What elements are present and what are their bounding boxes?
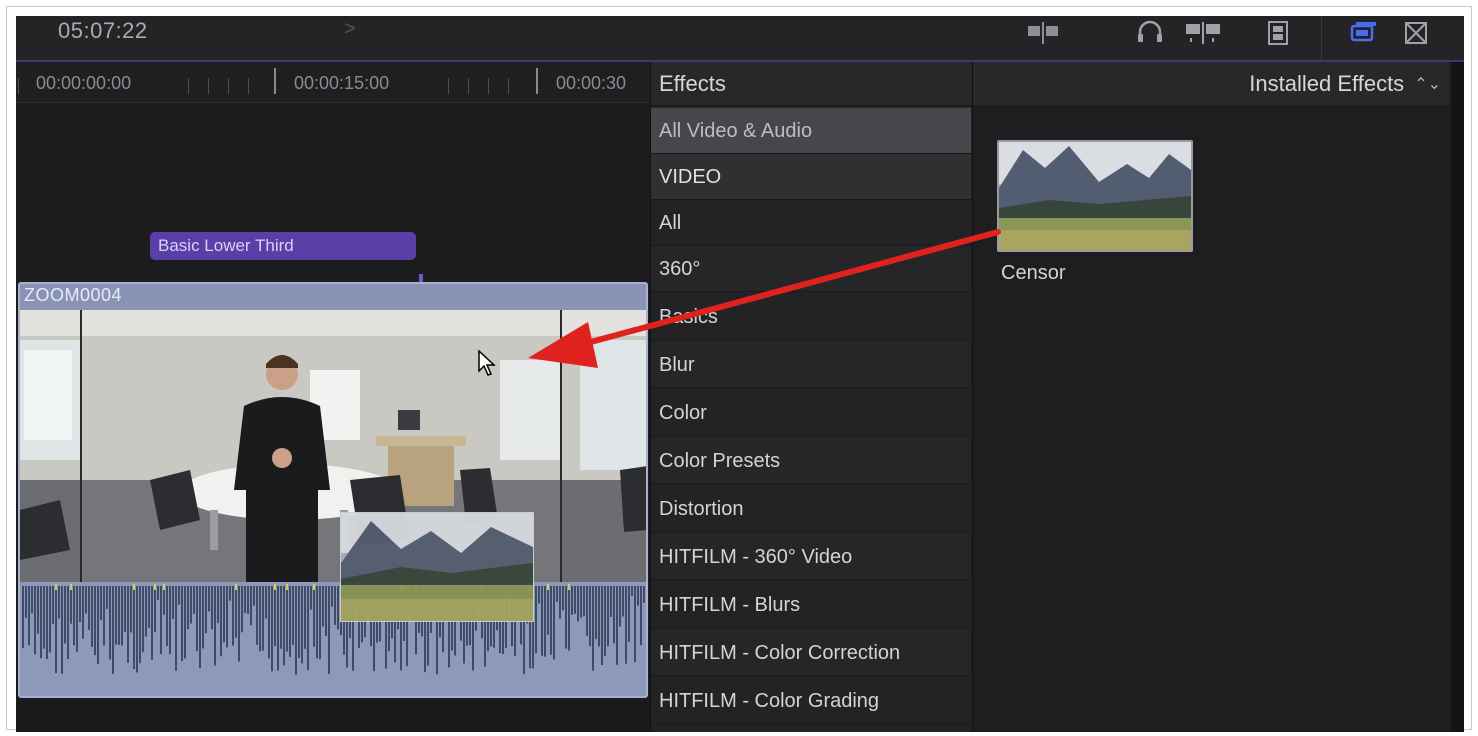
- transitions-icon[interactable]: [1402, 20, 1432, 46]
- timeline-ruler[interactable]: 00:00:00:00 00:00:15:00 00:00:30: [16, 62, 650, 103]
- ruler-tick: [508, 78, 509, 94]
- effect-label-censor: Censor: [1001, 262, 1066, 284]
- ruler-tick: [488, 78, 489, 94]
- effects-group-video[interactable]: VIDEO: [651, 154, 971, 200]
- effects-category-all-video-audio[interactable]: All Video & Audio: [651, 108, 971, 154]
- ruler-tick-major: [274, 68, 276, 94]
- installed-effects-dropdown[interactable]: Installed Effects ⌃⌄: [1249, 62, 1441, 107]
- browser-toggle-icon[interactable]: [1346, 20, 1382, 46]
- ruler-tick: [228, 78, 229, 94]
- effects-category-360[interactable]: 360°: [651, 246, 971, 292]
- effects-category-hitfilm-color-grading[interactable]: HITFILM - Color Grading: [651, 678, 971, 724]
- timeline-empty-track: [16, 702, 650, 732]
- timecode-display[interactable]: 05:07:22: [58, 18, 148, 44]
- effects-category-hitfilm-360-video[interactable]: HITFILM - 360° Video: [651, 534, 971, 580]
- ruler-label: 00:00:15:00: [294, 73, 390, 93]
- film-icon[interactable]: [1264, 20, 1294, 46]
- updown-chevron-icon: ⌃⌄: [1414, 76, 1441, 93]
- toolbar: 05:07:22 >: [16, 16, 1464, 62]
- audio-headphones-icon[interactable]: [1134, 20, 1166, 46]
- effects-category-all[interactable]: All: [651, 200, 971, 246]
- effects-category-blur[interactable]: Blur: [651, 342, 971, 388]
- effect-thumbnail-censor[interactable]: [997, 140, 1193, 252]
- ruler-tick: [18, 78, 19, 94]
- clip-name-label: ZOOM0004: [24, 285, 123, 305]
- browser-header: Installed Effects ⌃⌄: [973, 62, 1449, 107]
- ruler-tick: [248, 78, 249, 94]
- effects-category-basics[interactable]: Basics: [651, 294, 971, 340]
- effects-category-distortion[interactable]: Distortion: [651, 486, 971, 532]
- title-clip-basic-lower-third[interactable]: Basic Lower Third: [150, 232, 416, 260]
- skimming-icon[interactable]: [1184, 20, 1224, 46]
- timeline-nav-arrow[interactable]: >: [344, 18, 356, 41]
- effects-category-color[interactable]: Color: [651, 390, 971, 436]
- effects-browser: Installed Effects ⌃⌄ Censor: [972, 62, 1464, 732]
- ruler-tick: [188, 78, 189, 94]
- effects-sidebar: Effects All Video & Audio VIDEO All 360°…: [650, 62, 973, 732]
- audio-waveform: [20, 582, 646, 696]
- ruler-tick: [448, 78, 449, 94]
- clip-filmstrip: [20, 310, 646, 582]
- toolbar-divider: [1321, 16, 1322, 60]
- ruler-tick-major: [536, 68, 538, 94]
- effects-category-color-presets[interactable]: Color Presets: [651, 438, 971, 484]
- timeline[interactable]: 00:00:00:00 00:00:15:00 00:00:30 Basic L…: [16, 62, 650, 732]
- effects-header: Effects: [651, 62, 973, 106]
- effects-category-hitfilm-blurs[interactable]: HITFILM - Blurs: [651, 582, 971, 628]
- clip-appearance-icon[interactable]: [1024, 20, 1064, 46]
- mouse-pointer-icon: [478, 349, 496, 381]
- dragged-effect-thumbnail[interactable]: [340, 512, 534, 622]
- video-clip[interactable]: ZOOM0004: [18, 282, 648, 698]
- installed-effects-label: Installed Effects: [1249, 71, 1405, 96]
- browser-scrollbar[interactable]: [1451, 62, 1464, 732]
- ruler-tick: [208, 78, 209, 94]
- ruler-label: 00:00:00:00: [36, 73, 132, 93]
- effects-category-hitfilm-color-correction[interactable]: HITFILM - Color Correction: [651, 630, 971, 676]
- final-cut-window: 05:07:22 > 00:00:00:00 00:00:15:00 00:00…: [16, 16, 1464, 732]
- ruler-label: 00:00:30: [556, 73, 627, 93]
- ruler-tick: [468, 78, 469, 94]
